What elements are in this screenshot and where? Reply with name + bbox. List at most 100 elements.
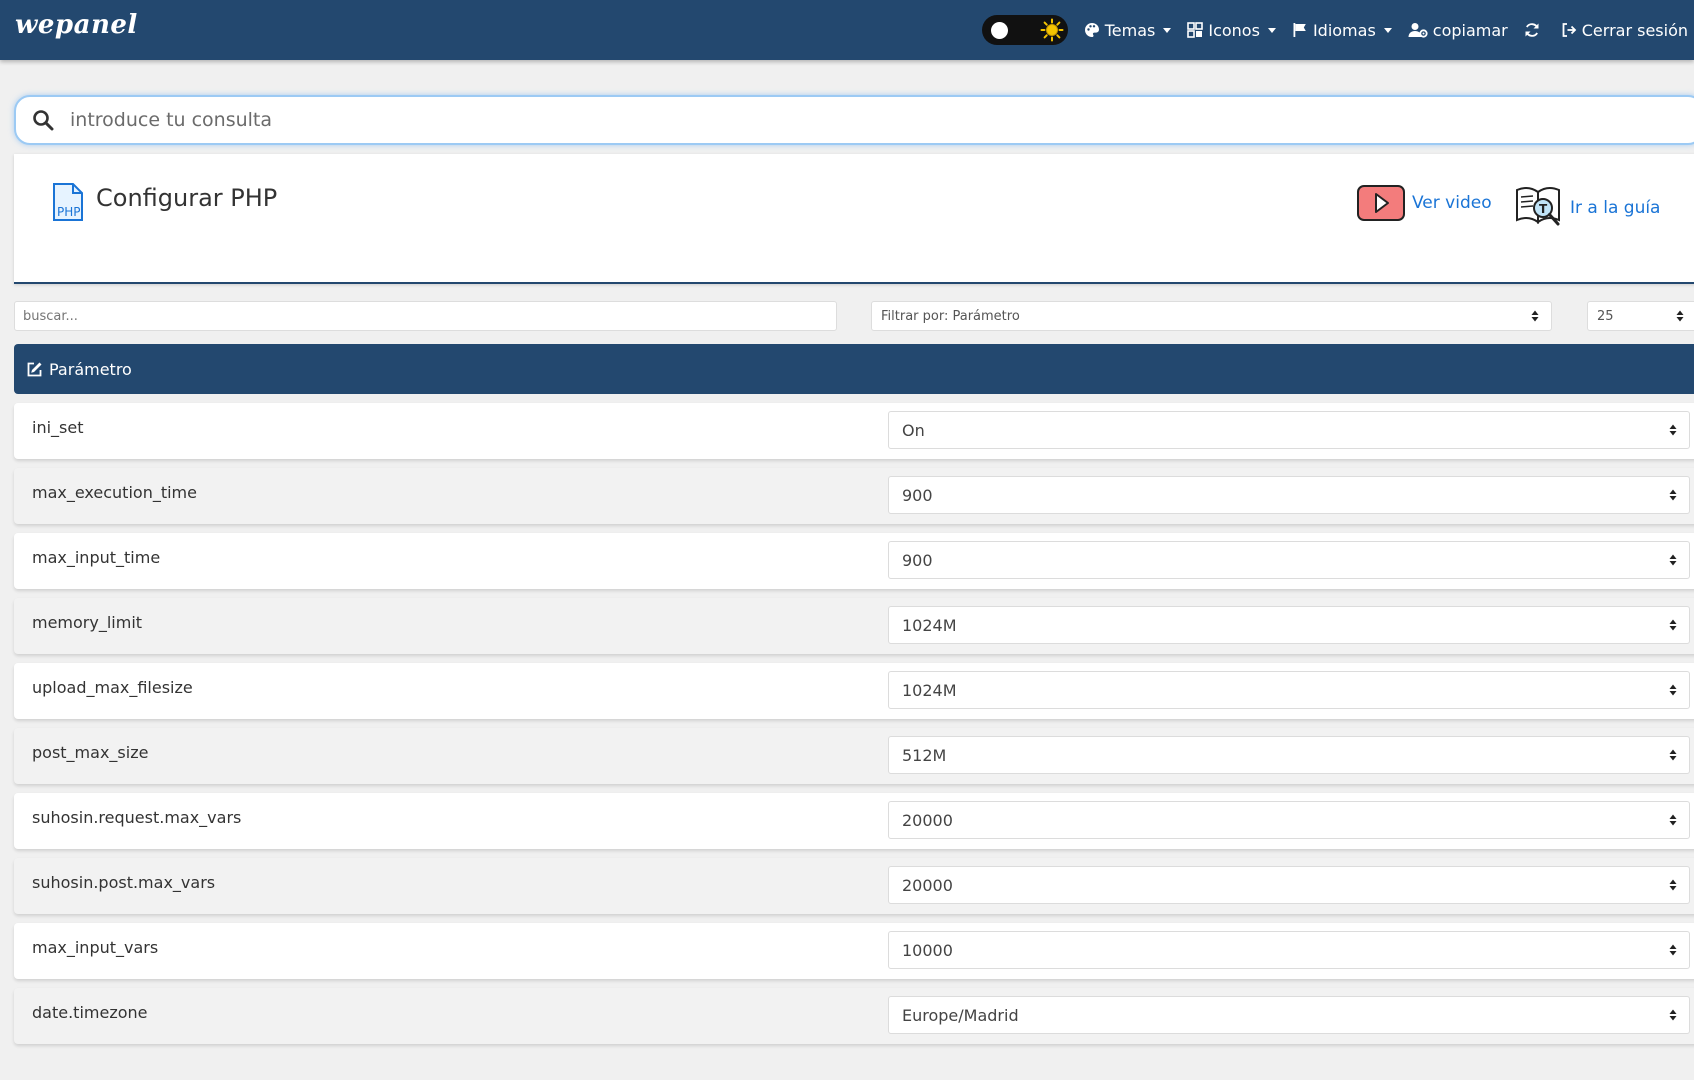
parameter-name: max_input_time <box>32 548 161 567</box>
table-search-input[interactable] <box>14 301 837 331</box>
sort-arrows-icon <box>1669 489 1677 501</box>
sort-arrows-icon <box>1669 944 1677 956</box>
parameter-name: suhosin.request.max_vars <box>32 808 242 827</box>
parameter-value: 512M <box>902 745 947 765</box>
parameter-value-select[interactable]: Europe/Madrid <box>888 996 1690 1034</box>
nav-menu: Temas Iconos Idiomas copiamar Cerrar ses… <box>981 0 1688 60</box>
sort-arrows-icon <box>1676 310 1684 322</box>
logout-button[interactable]: Cerrar sesión <box>1561 21 1688 40</box>
table-row: memory_limit 1024M <box>14 598 1694 654</box>
parameter-value-select[interactable]: 900 <box>888 541 1690 579</box>
parameter-value: 10000 <box>902 940 953 960</box>
search-icon <box>33 110 54 131</box>
chevron-down-icon <box>1383 27 1392 33</box>
parameter-value: Europe/Madrid <box>902 1005 1019 1025</box>
php-icon-text: PHP <box>57 205 81 219</box>
parameter-name: upload_max_filesize <box>32 678 193 697</box>
logout-label: Cerrar sesión <box>1581 20 1688 40</box>
parameter-name: post_max_size <box>32 743 149 762</box>
parameter-value-select[interactable]: 10000 <box>888 931 1690 969</box>
nav-temas[interactable]: Temas <box>1084 21 1172 40</box>
parameter-value-select[interactable]: 1024M <box>888 606 1690 644</box>
table-header-label: Parámetro <box>49 359 132 379</box>
toggle-knob <box>990 22 1008 39</box>
parameter-value: 20000 <box>902 875 953 895</box>
nav-iconos[interactable]: Iconos <box>1187 21 1276 40</box>
parameter-list: ini_set On max_execution_time 900 max_in… <box>14 403 1694 1053</box>
php-file-icon: PHP <box>53 183 83 221</box>
filter-by-select[interactable]: Filtrar por: Parámetro <box>871 301 1552 331</box>
table-row: max_execution_time 900 <box>14 468 1694 524</box>
sort-arrows-icon <box>1531 310 1539 322</box>
parameter-value: 1024M <box>902 680 957 700</box>
table-row: suhosin.post.max_vars 20000 <box>14 858 1694 914</box>
parameter-value: 900 <box>902 550 933 570</box>
parameter-name: ini_set <box>32 418 84 437</box>
parameter-value-select[interactable]: 512M <box>888 736 1690 774</box>
main-search-bar <box>14 95 1694 145</box>
brand-logo[interactable]: wepanel <box>15 10 138 40</box>
guide-book-icon: T <box>1516 186 1560 226</box>
watch-video-link[interactable]: Ver video <box>1356 184 1492 222</box>
nav-idiomas[interactable]: Idiomas <box>1292 21 1392 40</box>
table-row: post_max_size 512M <box>14 728 1694 784</box>
parameter-value: 1024M <box>902 615 957 635</box>
chevron-down-icon <box>1163 27 1172 33</box>
nav-user[interactable]: copiamar <box>1408 21 1508 40</box>
sun-icon <box>1040 18 1064 42</box>
filter-by-value: Filtrar por: Parámetro <box>881 308 1020 324</box>
sort-arrows-icon <box>1669 814 1677 826</box>
table-row: date.timezone Europe/Madrid <box>14 988 1694 1044</box>
parameter-name: date.timezone <box>32 1003 148 1022</box>
grid-icon <box>1187 22 1204 38</box>
table-header: Parámetro <box>14 344 1694 394</box>
sort-arrows-icon <box>1669 424 1677 436</box>
user-cog-icon <box>1408 23 1428 38</box>
page-size-select[interactable]: 25 <box>1587 301 1694 331</box>
sort-arrows-icon <box>1669 879 1677 891</box>
flag-icon <box>1293 23 1306 37</box>
parameter-name: max_input_vars <box>32 938 159 957</box>
palette-icon <box>1084 23 1099 37</box>
refresh-icon <box>1525 23 1539 37</box>
nav-idiomas-label: Idiomas <box>1312 20 1376 40</box>
sort-arrows-icon <box>1669 619 1677 631</box>
play-video-icon <box>1357 185 1405 221</box>
sort-arrows-icon <box>1669 1009 1677 1021</box>
sort-arrows-icon <box>1669 554 1677 566</box>
parameter-value: On <box>902 420 925 440</box>
nav-iconos-label: Iconos <box>1208 20 1260 40</box>
header-card: PHP Configurar PHP Ver video T Ir a la g… <box>14 154 1694 284</box>
theme-toggle[interactable] <box>981 15 1068 45</box>
table-row: upload_max_filesize 1024M <box>14 663 1694 719</box>
top-navbar: wepanel Temas Iconos Idiomas copiamar Ce… <box>0 0 1694 60</box>
parameter-value-select[interactable]: 20000 <box>888 866 1690 904</box>
table-row: max_input_vars 10000 <box>14 923 1694 979</box>
refresh-button[interactable] <box>1524 22 1545 38</box>
parameter-value: 20000 <box>902 810 953 830</box>
parameter-value-select[interactable]: On <box>888 411 1690 449</box>
nav-user-label: copiamar <box>1432 20 1508 40</box>
sort-arrows-icon <box>1669 749 1677 761</box>
parameter-value: 900 <box>902 485 933 505</box>
nav-temas-label: Temas <box>1104 20 1156 40</box>
edit-icon <box>27 362 42 376</box>
parameter-value-select[interactable]: 900 <box>888 476 1690 514</box>
watch-video-label: Ver video <box>1412 193 1492 213</box>
main-search-input[interactable] <box>68 108 1568 132</box>
parameter-name: memory_limit <box>32 613 143 632</box>
chevron-down-icon <box>1267 27 1276 33</box>
guide-label: Ir a la guía <box>1570 198 1661 218</box>
parameter-value-select[interactable]: 20000 <box>888 801 1690 839</box>
table-row: ini_set On <box>14 403 1694 459</box>
table-row: suhosin.request.max_vars 20000 <box>14 793 1694 849</box>
parameter-name: max_execution_time <box>32 483 197 502</box>
parameter-name: suhosin.post.max_vars <box>32 873 216 892</box>
svg-text:T: T <box>1539 202 1548 216</box>
table-row: max_input_time 900 <box>14 533 1694 589</box>
guide-link[interactable]: T Ir a la guía <box>1514 184 1660 232</box>
logout-icon <box>1562 23 1577 37</box>
page-title: Configurar PHP <box>96 184 278 212</box>
sort-arrows-icon <box>1669 684 1677 696</box>
parameter-value-select[interactable]: 1024M <box>888 671 1690 709</box>
